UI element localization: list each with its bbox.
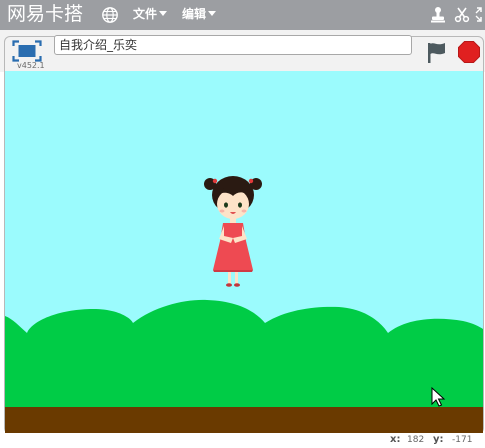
stop-sign-icon[interactable]	[457, 40, 481, 64]
file-menu-label: 文件	[133, 7, 158, 21]
app-logo[interactable]: 网易卡搭	[7, 3, 83, 25]
green-flag-icon[interactable]	[425, 40, 447, 64]
project-title-input[interactable]: 自我介绍_乐奕	[54, 35, 412, 55]
stage-backdrop	[5, 71, 483, 433]
ground-strip	[5, 407, 483, 433]
language-globe-icon[interactable]	[101, 6, 119, 24]
chevron-down-icon	[208, 11, 217, 16]
file-menu[interactable]: 文件	[133, 7, 168, 22]
mouse-x-value: 182	[407, 435, 425, 445]
mouse-x-label: x:	[390, 434, 401, 445]
version-label: v452.1	[17, 61, 45, 70]
chevron-down-icon	[159, 11, 168, 16]
grow-arrows-icon[interactable]	[475, 6, 485, 23]
duplicate-stamp-icon[interactable]	[430, 6, 446, 23]
edit-menu[interactable]: 编辑	[182, 7, 217, 22]
scissors-delete-icon[interactable]	[454, 6, 470, 23]
stage-canvas[interactable]	[5, 71, 483, 433]
edit-menu-label: 编辑	[182, 7, 207, 21]
mouse-y-value: -171	[452, 435, 473, 445]
mouse-y-label: y:	[433, 434, 444, 445]
fullscreen-present-icon[interactable]	[12, 40, 42, 62]
